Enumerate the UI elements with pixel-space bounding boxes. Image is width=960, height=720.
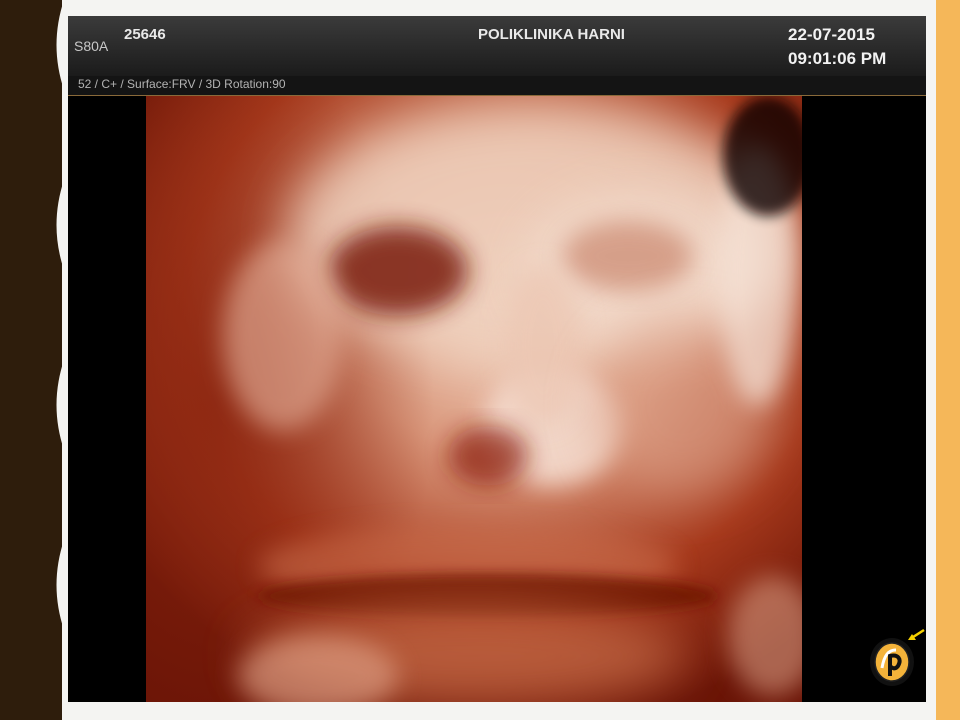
header-bar: S80A 25646 POLIKLINIKA HARNI 22-07-2015 … (68, 16, 926, 76)
fetal-face-render (68, 96, 926, 702)
device-model: S80A (74, 38, 109, 54)
3d-render-view (68, 96, 926, 702)
info-bar: 52 / C+ / Surface:FRV / 3D Rotation:90 (68, 76, 926, 96)
clinic-name: POLIKLINIKA HARNI (478, 26, 625, 43)
patient-id: 25646 (124, 26, 166, 43)
ultrasound-screen: S80A 25646 POLIKLINIKA HARNI 22-07-2015 … (68, 16, 926, 702)
orientation-widget[interactable] (868, 626, 926, 688)
accent-stripe (936, 0, 960, 720)
3d-orientation-icon[interactable] (870, 638, 914, 686)
exam-time: 09:01:06 PM (788, 49, 887, 68)
scan-parameters: 52 / C+ / Surface:FRV / 3D Rotation:90 (78, 77, 286, 91)
yellow-arrow-icon (908, 628, 925, 641)
exam-date: 22-07-2015 (788, 25, 875, 44)
